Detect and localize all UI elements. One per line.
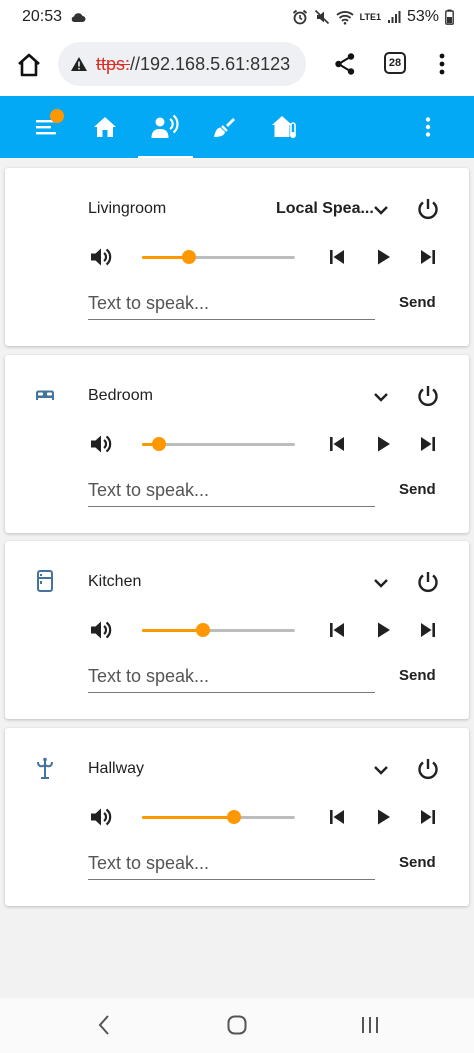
room-name: Hallway <box>88 760 145 777</box>
signal-icon <box>387 11 401 23</box>
text-to-speak-input[interactable] <box>88 848 375 880</box>
play-icon[interactable] <box>371 618 395 642</box>
speaker-icon <box>151 114 179 138</box>
cloud-icon <box>71 12 86 22</box>
url-scheme: ttps: <box>96 53 131 74</box>
text-to-speak-input[interactable] <box>88 475 375 507</box>
brush-icon <box>214 118 235 137</box>
media-card-kitchen: Kitchen Send <box>5 541 469 719</box>
power-icon[interactable] <box>415 756 441 782</box>
share-icon <box>335 53 355 75</box>
notification-badge <box>50 109 64 123</box>
volume-slider[interactable] <box>142 250 295 264</box>
room-name: Kitchen <box>88 573 142 590</box>
next-track-icon[interactable] <box>416 432 440 456</box>
send-button[interactable]: Send <box>399 481 436 498</box>
recents-icon[interactable] <box>358 1013 382 1037</box>
mute-icon <box>314 9 329 25</box>
home-circle-icon[interactable] <box>225 1013 249 1037</box>
source-select[interactable]: Local Spea... <box>276 200 374 218</box>
next-track-icon[interactable] <box>416 618 440 642</box>
bed-icon <box>36 390 54 400</box>
media-card-bedroom: Bedroom Send <box>5 355 469 533</box>
tab-home[interactable] <box>88 110 122 144</box>
alarm-icon <box>292 9 307 25</box>
warning-icon <box>71 57 87 71</box>
volume-slider[interactable] <box>142 810 295 824</box>
tab-climate[interactable] <box>267 110 301 144</box>
tabs-button[interactable]: 28 <box>384 52 406 74</box>
volume-icon[interactable] <box>88 804 114 830</box>
previous-track-icon[interactable] <box>325 618 349 642</box>
room-name: Livingroom <box>88 200 167 217</box>
active-tab-indicator <box>138 156 193 158</box>
media-card-hallway: Hallway Send <box>5 728 469 906</box>
volume-icon[interactable] <box>88 431 114 457</box>
app-toolbar <box>0 96 474 158</box>
tab-count: 28 <box>388 57 402 69</box>
send-button[interactable]: Send <box>399 854 436 871</box>
volume-slider-thumb[interactable] <box>182 250 197 264</box>
chevron-down-icon[interactable] <box>369 198 393 222</box>
volume-slider[interactable] <box>142 437 295 451</box>
text-to-speak-input[interactable] <box>88 288 375 320</box>
power-icon[interactable] <box>415 569 441 595</box>
network-label: LTE1 <box>359 11 381 22</box>
volume-slider-thumb[interactable] <box>196 623 211 637</box>
room-name: Bedroom <box>88 387 153 404</box>
next-track-icon[interactable] <box>416 805 440 829</box>
volume-slider-thumb[interactable] <box>151 437 166 451</box>
tab-media[interactable] <box>148 110 182 144</box>
power-icon[interactable] <box>415 383 441 409</box>
battery-icon <box>445 9 454 25</box>
volume-icon[interactable] <box>88 244 114 270</box>
share-button[interactable] <box>332 51 358 77</box>
text-to-speak-input[interactable] <box>88 661 375 693</box>
volume-slider-fill <box>142 816 234 819</box>
play-icon[interactable] <box>371 432 395 456</box>
status-time: 20:53 <box>22 8 63 25</box>
system-nav-bar <box>0 998 474 1053</box>
browser-menu-button[interactable] <box>432 51 452 77</box>
chevron-down-icon[interactable] <box>369 758 393 782</box>
chevron-down-icon[interactable] <box>369 385 393 409</box>
home-icon <box>94 117 116 137</box>
status-bar: 20:53 LTE1 53% <box>0 0 474 34</box>
more-vert-icon <box>425 117 431 137</box>
play-icon[interactable] <box>371 805 395 829</box>
volume-icon[interactable] <box>88 617 114 643</box>
tab-brush[interactable] <box>207 110 241 144</box>
previous-track-icon[interactable] <box>325 805 349 829</box>
previous-track-icon[interactable] <box>325 432 349 456</box>
volume-slider-thumb[interactable] <box>226 810 241 824</box>
battery-percent: 53% <box>406 8 439 25</box>
volume-slider[interactable] <box>142 623 295 637</box>
app-menu-button[interactable] <box>411 110 445 144</box>
url-host: //192.168.5.61:8123 <box>130 53 291 74</box>
previous-track-icon[interactable] <box>325 245 349 269</box>
browser-home-button[interactable] <box>14 50 44 80</box>
chevron-down-icon[interactable] <box>369 571 393 595</box>
power-icon[interactable] <box>415 196 441 222</box>
next-track-icon[interactable] <box>416 245 440 269</box>
address-field[interactable]: ttps://192.168.5.61:8123 <box>58 42 306 86</box>
send-button[interactable]: Send <box>399 667 436 684</box>
browser-url-bar: ttps://192.168.5.61:8123 28 <box>0 34 474 96</box>
back-icon[interactable] <box>93 1013 117 1037</box>
fridge-icon <box>37 570 53 592</box>
home-icon <box>18 53 40 77</box>
coat-rack-icon <box>37 757 53 779</box>
more-vert-icon <box>439 53 445 75</box>
volume-slider-fill <box>142 629 204 632</box>
play-icon[interactable] <box>371 245 395 269</box>
send-button[interactable]: Send <box>399 294 436 311</box>
media-card-livingroom: Livingroom Local Spea... Send <box>5 168 469 346</box>
home-thermometer-icon <box>272 116 296 138</box>
wifi-icon <box>336 10 354 25</box>
